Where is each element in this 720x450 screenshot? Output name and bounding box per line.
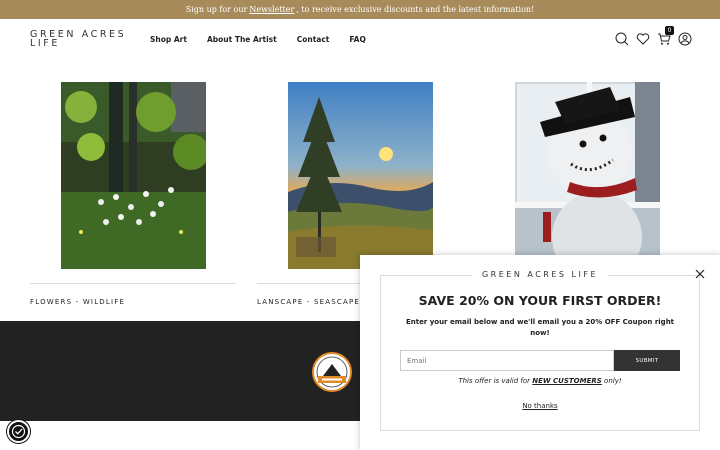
announcement-bar: Sign up for our Newsletter , to receive …: [0, 0, 720, 19]
forest-flowers-painting[interactable]: [61, 82, 206, 269]
site-logo[interactable]: GREEN ACRES LIFE: [30, 30, 130, 49]
heart-icon[interactable]: [636, 31, 650, 45]
collection-title[interactable]: FLOWERS - WILDLIFE: [30, 298, 125, 306]
site-header: GREEN ACRES LIFE Shop Art About The Arti…: [0, 19, 720, 61]
nav-about-artist[interactable]: About The Artist: [207, 35, 277, 44]
nav-contact[interactable]: Contact: [297, 35, 330, 44]
newsletter-link[interactable]: Newsletter: [249, 5, 294, 14]
sunset-tree-painting[interactable]: [288, 82, 433, 269]
cart-count-badge: 0: [665, 26, 674, 35]
card-divider: [30, 283, 236, 284]
collection-title[interactable]: LANSCAPE - SEASCAPE: [257, 298, 360, 306]
new-customers-emphasis: NEW CUSTOMERS: [532, 377, 602, 385]
account-icon[interactable]: [678, 31, 692, 46]
popup-brand: GREEN ACRES LIFE: [360, 270, 720, 279]
accessibility-button[interactable]: [7, 420, 30, 443]
search-icon[interactable]: [615, 31, 629, 46]
no-thanks-link[interactable]: No thanks: [380, 402, 700, 410]
snowman-window-painting[interactable]: [515, 82, 660, 269]
close-icon[interactable]: [694, 269, 706, 281]
offer-validity-text: This offer is valid for NEW CUSTOMERS on…: [458, 377, 622, 385]
nav-faq[interactable]: FAQ: [349, 35, 365, 44]
cart-icon[interactable]: 0: [657, 26, 674, 45]
accessibility-icon: [11, 424, 26, 439]
header-icons: 0: [615, 26, 692, 46]
logo-line-2: LIFE: [30, 38, 60, 49]
announcement-prefix: Sign up for our: [185, 5, 248, 14]
email-field[interactable]: [400, 350, 614, 371]
announcement-suffix: , to receive exclusive discounts and the…: [296, 5, 535, 14]
artist-seal-logo[interactable]: [312, 352, 352, 392]
popup-headline: SAVE 20% ON YOUR FIRST ORDER!: [418, 293, 662, 308]
nav-shop-art[interactable]: Shop Art: [150, 35, 187, 44]
discount-popup: GREEN ACRES LIFE SAVE 20% ON YOUR FIRST …: [360, 255, 720, 450]
submit-button[interactable]: SUBMIT: [614, 350, 680, 371]
main-nav: Shop Art About The Artist Contact FAQ: [150, 35, 386, 44]
popup-subtext: Enter your email below and we'll email y…: [405, 318, 675, 337]
